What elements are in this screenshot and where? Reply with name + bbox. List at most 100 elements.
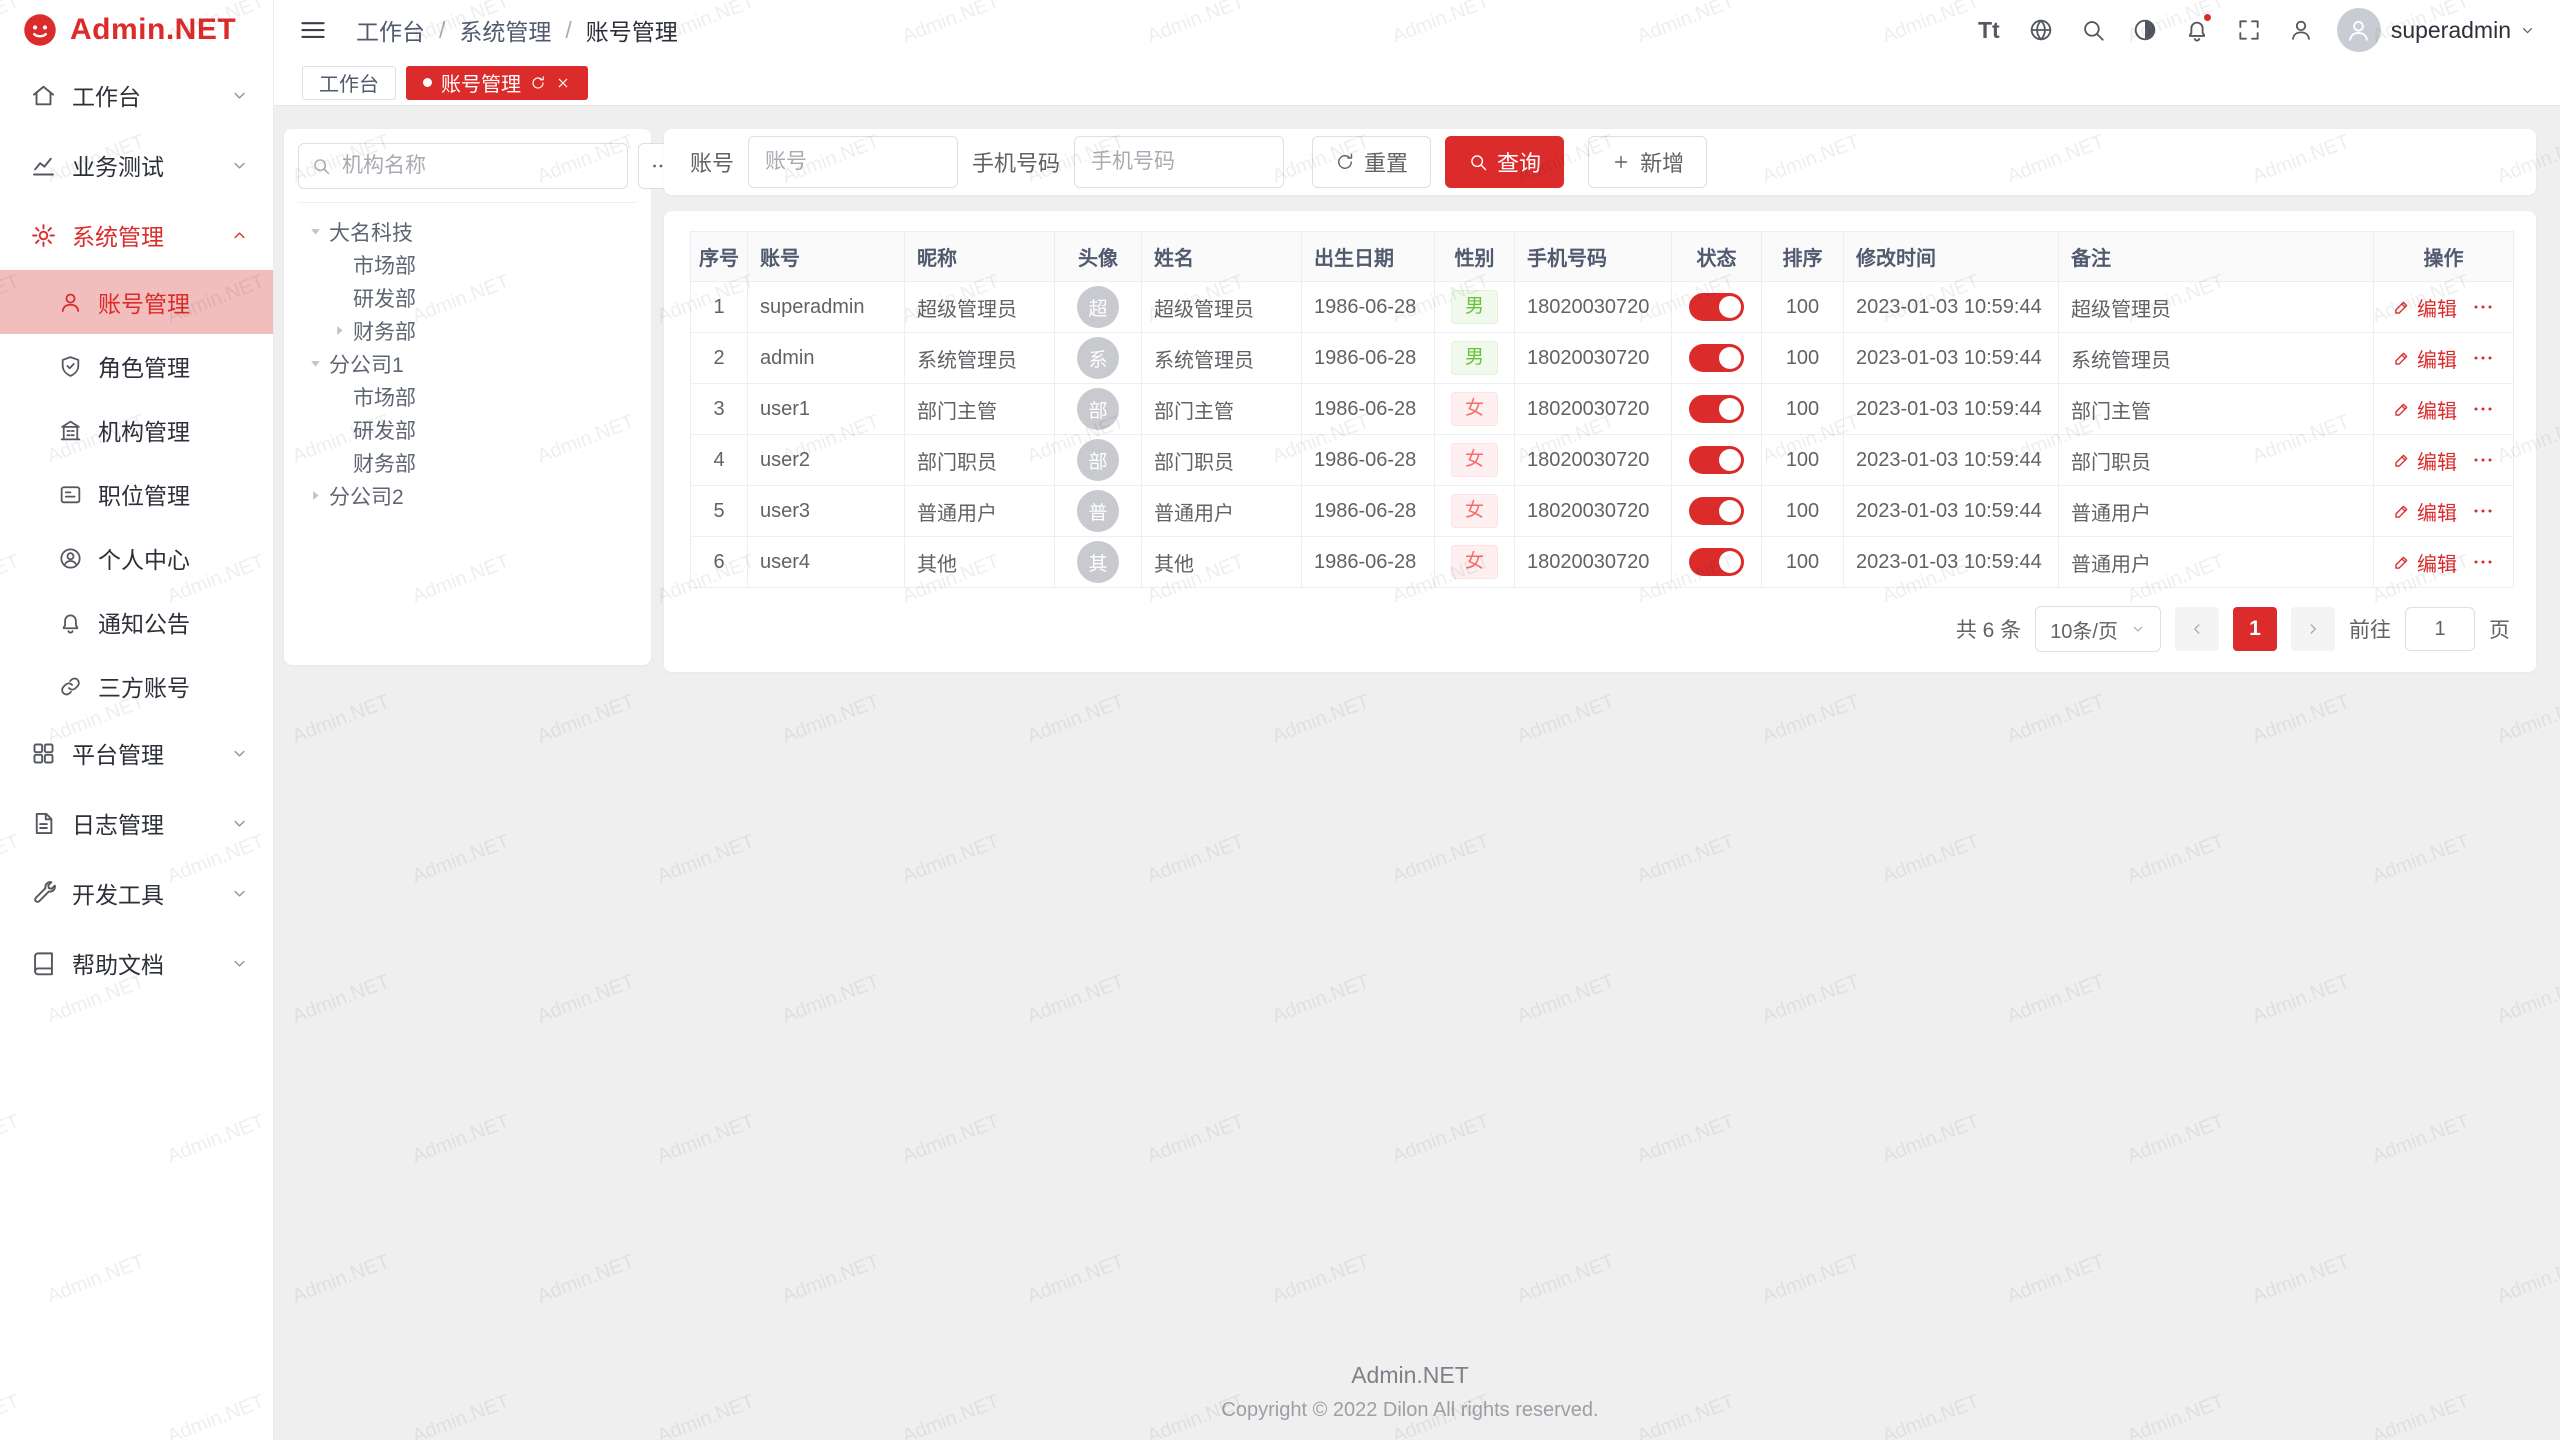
tree-expand-caret[interactable]: [306, 354, 325, 373]
tree-node[interactable]: 研发部: [298, 281, 637, 314]
chevron-down-icon: [230, 954, 249, 973]
cell-sex: 女: [1435, 384, 1515, 435]
sidebar-item-account-manage[interactable]: 账号管理: [0, 270, 273, 334]
add-button[interactable]: 新增: [1588, 136, 1707, 188]
sidebar-item-business-test[interactable]: 业务测试: [0, 130, 273, 200]
org-search-input[interactable]: [340, 153, 615, 179]
status-toggle[interactable]: [1689, 548, 1744, 576]
edit-button[interactable]: 编辑: [2392, 497, 2457, 526]
edit-button[interactable]: 编辑: [2392, 344, 2457, 373]
edit-button[interactable]: 编辑: [2392, 446, 2457, 475]
more-icon[interactable]: [2471, 499, 2495, 523]
close-icon[interactable]: [555, 75, 571, 91]
edit-button[interactable]: 编辑: [2392, 548, 2457, 577]
main-column: 工作台/系统管理/账号管理 Tt superadmin 工作台账号管理: [274, 0, 2560, 1440]
user-avatar[interactable]: [2337, 8, 2381, 52]
reset-button-label: 重置: [1364, 146, 1408, 178]
cell-remark: 系统管理员: [2059, 333, 2374, 384]
edit-button-label: 编辑: [2417, 395, 2457, 424]
breadcrumb-item[interactable]: 工作台: [356, 13, 425, 47]
more-icon[interactable]: [2471, 550, 2495, 574]
sidebar-item-notice[interactable]: 通知公告: [0, 590, 273, 654]
more-icon[interactable]: [2471, 448, 2495, 472]
page-size-select[interactable]: 10条/页: [2035, 606, 2161, 652]
tree-expand-caret[interactable]: [306, 222, 325, 241]
sidebar-item-workbench[interactable]: 工作台: [0, 60, 273, 130]
more-icon[interactable]: [2471, 295, 2495, 319]
edit-button-label: 编辑: [2417, 293, 2457, 322]
tree-node[interactable]: 市场部: [298, 380, 637, 413]
sidebar-item-platform-manage[interactable]: 平台管理: [0, 718, 273, 788]
status-toggle[interactable]: [1689, 344, 1744, 372]
user-menu-caret-icon[interactable]: [2519, 22, 2536, 39]
cell-name: 其他: [1142, 537, 1302, 588]
org-search-row: [298, 143, 637, 203]
tree-node[interactable]: 分公司2: [298, 479, 637, 512]
sidebar-item-log-manage[interactable]: 日志管理: [0, 788, 273, 858]
status-toggle[interactable]: [1689, 395, 1744, 423]
tree-node[interactable]: 大名科技: [298, 215, 637, 248]
tree-expand-caret[interactable]: [306, 486, 325, 505]
sidebar-item-system-manage[interactable]: 系统管理: [0, 200, 273, 270]
link-icon: [58, 674, 83, 699]
row-actions: 编辑: [2374, 486, 2513, 536]
sidebar-item-help-docs[interactable]: 帮助文档: [0, 928, 273, 998]
sidebar-item-label: 职位管理: [98, 477, 190, 511]
messages-button[interactable]: [2175, 8, 2219, 52]
tree-node[interactable]: 市场部: [298, 248, 637, 281]
refresh-icon[interactable]: [530, 75, 546, 91]
tab-account-manage[interactable]: 账号管理: [406, 66, 588, 100]
locale-button[interactable]: [2019, 8, 2063, 52]
breadcrumb-item[interactable]: 系统管理: [459, 13, 551, 47]
edit-button[interactable]: 编辑: [2392, 395, 2457, 424]
topbar-actions: Tt superadmin: [1967, 8, 2536, 52]
log-icon: [30, 810, 57, 837]
search-button[interactable]: 查询: [1445, 136, 1564, 188]
tree-expand-caret[interactable]: [330, 321, 349, 340]
next-page-button[interactable]: [2291, 607, 2335, 651]
goto-page-input[interactable]: [2405, 607, 2475, 651]
sidebar-item-user-center[interactable]: 个人中心: [0, 526, 273, 590]
tree-node[interactable]: 财务部: [298, 446, 637, 479]
prev-page-button[interactable]: [2175, 607, 2219, 651]
tree-node-label: 市场部: [353, 250, 416, 280]
font-size-button[interactable]: Tt: [1967, 8, 2011, 52]
menu-search-button[interactable]: [2071, 8, 2115, 52]
sidebar-item-third-account[interactable]: 三方账号: [0, 654, 273, 718]
tree-node[interactable]: 研发部: [298, 413, 637, 446]
username[interactable]: superadmin: [2391, 17, 2511, 44]
tree-node-label: 财务部: [353, 316, 416, 346]
workspace: 大名科技市场部研发部财务部分公司1市场部研发部财务部分公司2 账号 手机号码 重…: [274, 106, 2560, 1440]
more-icon[interactable]: [2471, 397, 2495, 421]
row-avatar: 其: [1077, 541, 1119, 583]
theme-button[interactable]: [2123, 8, 2167, 52]
sidebar-item-org-manage[interactable]: 机构管理: [0, 398, 273, 462]
topbar: 工作台/系统管理/账号管理 Tt superadmin: [274, 0, 2560, 60]
header-action-group: Tt: [1967, 8, 2323, 52]
status-toggle[interactable]: [1689, 293, 1744, 321]
column-header-actions: 操作: [2374, 232, 2514, 282]
reset-button[interactable]: 重置: [1312, 136, 1431, 188]
account-input[interactable]: [748, 136, 958, 188]
app-logo[interactable]: Admin.NET: [0, 0, 273, 60]
edit-button[interactable]: 编辑: [2392, 293, 2457, 322]
sidebar-item-post-manage[interactable]: 职位管理: [0, 462, 273, 526]
hamburger-menu-icon[interactable]: [298, 15, 328, 45]
status-toggle[interactable]: [1689, 497, 1744, 525]
sidebar-item-label: 机构管理: [98, 413, 190, 447]
tree-node[interactable]: 财务部: [298, 314, 637, 347]
sidebar-item-role-manage[interactable]: 角色管理: [0, 334, 273, 398]
page-number-button[interactable]: 1: [2233, 607, 2277, 651]
tree-node[interactable]: 分公司1: [298, 347, 637, 380]
sidebar-item-dev-tools[interactable]: 开发工具: [0, 858, 273, 928]
phone-input[interactable]: [1074, 136, 1284, 188]
fullscreen-button[interactable]: [2227, 8, 2271, 52]
sidebar-item-label: 系统管理: [72, 218, 164, 252]
account-button[interactable]: [2279, 8, 2323, 52]
cell-modified: 2023-01-03 10:59:44: [1844, 384, 2059, 435]
sex-badge: 女: [1451, 443, 1498, 477]
status-toggle[interactable]: [1689, 446, 1744, 474]
sidebar-item-label: 业务测试: [72, 148, 164, 182]
more-icon[interactable]: [2471, 346, 2495, 370]
tab-workbench[interactable]: 工作台: [302, 66, 396, 100]
